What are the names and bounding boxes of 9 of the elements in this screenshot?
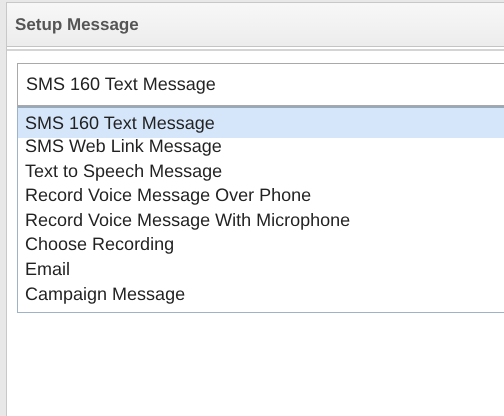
- dropdown-option[interactable]: Record Voice Message With Microphone: [18, 208, 504, 232]
- message-type-select[interactable]: SMS 160 Text Message: [17, 63, 504, 106]
- dropdown-option[interactable]: SMS 160 Text Message: [18, 108, 504, 138]
- panel-title: Setup Message: [15, 14, 139, 34]
- dropdown-option[interactable]: Text to Speech Message: [18, 158, 504, 184]
- dropdown-option[interactable]: Campaign Message: [18, 282, 504, 306]
- dropdown-option[interactable]: Email: [18, 256, 504, 282]
- dropdown-option[interactable]: Choose Recording: [18, 232, 504, 257]
- dropdown-option[interactable]: Record Voice Message Over Phone: [18, 183, 504, 208]
